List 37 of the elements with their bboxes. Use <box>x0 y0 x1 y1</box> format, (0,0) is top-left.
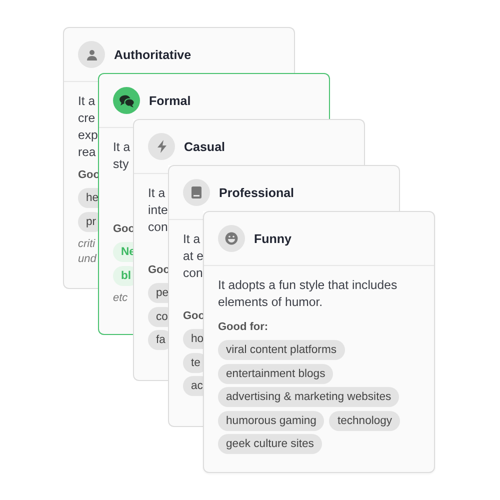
description-text: It adopts a fun style that includes elements of humor. <box>218 277 398 311</box>
description-text: It a <box>113 139 130 156</box>
description-text: It a <box>148 185 166 202</box>
lightning-icon <box>156 140 166 153</box>
person-icon <box>86 48 98 60</box>
card-title: Authoritative <box>114 48 192 62</box>
card-header-background[interactable] <box>63 27 295 73</box>
card-header-background[interactable] <box>98 73 330 119</box>
description-text: rea <box>78 144 96 161</box>
card-title: Casual <box>184 140 225 154</box>
description-text: cre <box>78 110 96 127</box>
note-text: und <box>78 252 96 266</box>
description-text: It a <box>183 231 200 248</box>
description-text: inte <box>148 202 168 219</box>
smiley-icon <box>225 232 238 245</box>
chat-icon <box>118 94 134 108</box>
card-title: Funny <box>254 232 292 246</box>
description-text: It a <box>78 93 96 110</box>
description-text: at e <box>183 248 204 265</box>
description-text: sty <box>113 156 129 173</box>
tag: entertainment blogs <box>218 364 334 384</box>
book-icon <box>191 186 202 199</box>
card-title: Formal <box>149 94 191 108</box>
tag: geek culture sites <box>218 434 322 454</box>
note-text: criti <box>78 236 96 252</box>
description-text: con <box>183 265 203 282</box>
tag: humorous gaming <box>218 410 324 430</box>
good-for-label: Good for: <box>218 321 268 333</box>
tag: viral content platforms <box>218 340 345 360</box>
description-text: exp <box>78 127 98 144</box>
tag: advertising & marketing websites <box>218 387 400 407</box>
card-title: Professional <box>219 186 294 200</box>
description-text: con <box>148 219 168 236</box>
note-text: etc <box>113 290 128 306</box>
tone-card[interactable]: Funny It adopts a fun style that includes elements of humor. Good for: viral content platforms entertainment blogs advertising & marketing websites humorous gaming technology geek culture sites <box>203 211 435 473</box>
card-header-background[interactable] <box>168 165 400 211</box>
tag: technology <box>329 410 400 430</box>
